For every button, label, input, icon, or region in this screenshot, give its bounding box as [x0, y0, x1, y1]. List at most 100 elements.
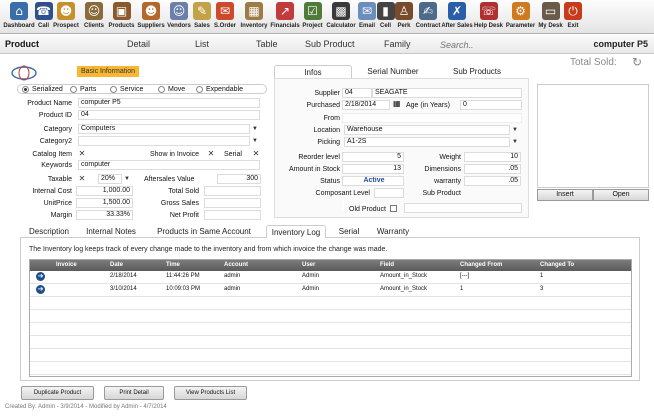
toolbar-s-order[interactable]: ✉ S.Order: [212, 0, 238, 33]
basic-info-tab[interactable]: Basic Information: [77, 66, 139, 77]
unit-price-field[interactable]: 1,500.00: [76, 198, 133, 208]
page-title: Product: [5, 39, 40, 49]
toolbar-help-desk[interactable]: ☏ Help Desk: [472, 0, 505, 33]
tab-sub-products[interactable]: Sub Products: [432, 65, 522, 78]
toolbar-contract[interactable]: ✍ Contract: [414, 0, 442, 33]
internal-cost-field[interactable]: 1,000.00: [76, 186, 133, 196]
dimensions-field[interactable]: .05: [464, 164, 521, 174]
view-products-list-button[interactable]: View Products List: [174, 386, 247, 400]
toolbar-parameter[interactable]: ⚙ Parameter: [505, 0, 536, 33]
column-header: Invoice: [56, 262, 77, 268]
tab-inventory-log[interactable]: Inventory Log: [266, 225, 326, 238]
go-to-invoice-icon[interactable]: ➔: [36, 272, 45, 281]
supplier-name-field[interactable]: SEAGATE: [372, 88, 522, 98]
chevron-down-icon[interactable]: ▼: [251, 136, 259, 146]
reorder-level-field[interactable]: 5: [342, 152, 404, 162]
chevron-down-icon[interactable]: ▼: [123, 174, 131, 184]
toolbar-dashboard[interactable]: ⌂ Dashboard: [2, 0, 36, 33]
tab-internal-notes[interactable]: Internal Notes: [80, 225, 142, 238]
toolbar-email[interactable]: ✉ Email: [357, 0, 377, 33]
product-id-field[interactable]: 04: [78, 110, 260, 120]
radio-move[interactable]: [158, 86, 165, 93]
nav-family[interactable]: Family: [384, 39, 411, 49]
toolbar-financials[interactable]: ↗ Financials: [270, 0, 300, 33]
tab-serial[interactable]: Serial: [330, 225, 368, 238]
composant-level-field[interactable]: [374, 188, 404, 198]
refresh-icon[interactable]: ↻: [632, 55, 642, 69]
dimensions-label: Dimensions: [424, 166, 461, 173]
catalog-item-checkbox[interactable]: ✕: [78, 150, 86, 158]
radio-serialized[interactable]: [22, 86, 29, 93]
keywords-field[interactable]: computer: [78, 160, 260, 170]
toolbar-label: Exit: [567, 23, 579, 29]
tab-infos[interactable]: Infos: [274, 65, 352, 78]
open-image-button[interactable]: Open: [593, 189, 649, 201]
radio-parts[interactable]: [70, 86, 77, 93]
toolbar-inventory[interactable]: ▦ Inventory: [238, 0, 270, 33]
toolbar-clients[interactable]: ☺ Clients: [81, 0, 107, 33]
radio-label: Expendable: [206, 86, 243, 93]
picking-select[interactable]: A1-2S: [344, 137, 510, 147]
toolbar-sales[interactable]: ✎ Sales: [192, 0, 212, 33]
toolbar-products[interactable]: ▣ Products: [107, 0, 136, 33]
serial-checkbox[interactable]: ✕: [252, 150, 260, 158]
supplier-label: Supplier: [314, 90, 340, 97]
insert-image-button[interactable]: Insert: [537, 189, 593, 201]
aftersales-field[interactable]: 300: [217, 174, 261, 184]
toolbar-cell[interactable]: ▮ Cell: [376, 0, 395, 33]
toolbar-label: Project: [302, 23, 323, 29]
toolbar-label: Suppliers: [137, 23, 165, 29]
toolbar-suppliers[interactable]: ☻ Suppliers: [136, 0, 166, 33]
old-product-checkbox[interactable]: [390, 205, 397, 212]
print-detail-button[interactable]: Print Detail: [104, 386, 164, 400]
tab-products-in-same-account[interactable]: Products in Same Account: [144, 225, 264, 238]
radio-service[interactable]: [110, 86, 117, 93]
toolbar-project[interactable]: ☑ Project: [300, 0, 325, 33]
tab-warranty[interactable]: Warranty: [370, 225, 416, 238]
category-select[interactable]: Computers: [78, 124, 250, 134]
warranty-field[interactable]: .05: [464, 176, 521, 186]
from-field[interactable]: [342, 113, 522, 123]
show-in-invoice-checkbox[interactable]: ✕: [207, 150, 215, 158]
category2-select[interactable]: [78, 136, 250, 146]
tax-rate-select[interactable]: 20%: [98, 174, 122, 184]
home-icon: ⌂: [10, 2, 28, 20]
supplier-code-field[interactable]: 04: [342, 88, 372, 98]
toolbar-prospect[interactable]: ☻ Prospect: [51, 0, 81, 33]
nav-list[interactable]: List: [195, 39, 209, 49]
chevron-down-icon[interactable]: ▼: [251, 124, 259, 134]
toolbar-vendors[interactable]: ☺ Vendors: [166, 0, 192, 33]
old-product-field[interactable]: [404, 203, 522, 213]
table-row[interactable]: ➔ 2/18/2014 11:44:26 PM admin Admin Amount_in…: [30, 271, 631, 283]
search-input[interactable]: [440, 38, 528, 51]
nav-sub-product[interactable]: Sub Product: [305, 39, 355, 49]
chevron-down-icon[interactable]: ▼: [511, 137, 519, 147]
nav-detail[interactable]: Detail: [127, 39, 150, 49]
weight-field[interactable]: 10: [464, 152, 521, 162]
product-name-field[interactable]: computer P5: [78, 98, 260, 108]
toolbar-call[interactable]: ☎ Call: [34, 0, 53, 33]
toolbar-calculator[interactable]: ▩ Calculator: [325, 0, 357, 33]
taxable-checkbox[interactable]: ✕: [78, 175, 86, 183]
status-badge: Active: [342, 176, 404, 186]
toolbar-exit[interactable]: ⏻ Exit: [564, 0, 582, 33]
purchased-date-field[interactable]: 2/18/2014: [342, 100, 390, 110]
product-image-box: [537, 84, 649, 188]
table-row[interactable]: ➔ 3/10/2014 10:09:03 PM admin Admin Amount_in…: [30, 284, 631, 296]
location-select[interactable]: Warehouse: [344, 125, 510, 135]
suppliers-icon: ☻: [142, 2, 160, 20]
calendar-icon[interactable]: ▦: [393, 99, 401, 108]
nav-table[interactable]: Table: [256, 39, 278, 49]
radio-expendable[interactable]: [196, 86, 203, 93]
duplicate-product-button[interactable]: Duplicate Product: [21, 386, 94, 400]
product-nav-bar: Product Detail List Table Sub Product Fa…: [0, 35, 654, 54]
tab-description[interactable]: Description: [20, 225, 78, 238]
go-to-invoice-icon[interactable]: ➔: [36, 285, 45, 294]
toolbar-after-sales[interactable]: ✗ After Sales: [441, 0, 473, 33]
tab-serial-number[interactable]: Serial Number: [354, 65, 432, 78]
toolbar-my-desk[interactable]: ▭ My Desk: [536, 0, 565, 33]
catalog-item-label: Catalog Item: [32, 151, 72, 158]
chart-icon: ↗: [276, 2, 294, 20]
toolbar-perk[interactable]: ♙ Perk: [394, 0, 414, 33]
chevron-down-icon[interactable]: ▼: [511, 125, 519, 135]
